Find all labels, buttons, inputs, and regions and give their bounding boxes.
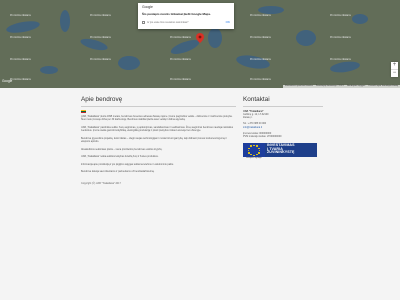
map-watermark: Pro kūrimo tikslams — [10, 58, 31, 61]
about-paragraph: Bendrovė įgyvendina projektą, kurio tiks… — [81, 136, 227, 144]
fisheries-fund-logo: INVESTAVIMAS Į TVARIĄ ŽUVININKYSTĘ — [265, 142, 317, 157]
about-title: Apie bendrovę — [81, 96, 123, 103]
zoom-in-button[interactable]: + — [391, 62, 398, 69]
map-watermark: Pro kūrimo tikslams — [90, 58, 111, 61]
eu-logo: Europos Sąjunga — [243, 142, 265, 160]
eu-caption: Europos Sąjunga — [246, 157, 262, 160]
map-watermark: Pro kūrimo tikslams — [10, 78, 31, 81]
map-watermark: Pro kūrimo tikslams — [330, 14, 351, 17]
dialog-ok-button[interactable]: OK — [226, 20, 230, 24]
map-watermark: Pro kūrimo tikslams — [170, 58, 191, 61]
about-paragraph: UAB „Trakailiarai“ teikia aukštos kokybė… — [81, 155, 159, 158]
about-section: Apie bendrovę UAB „Trakailiarai“ įkurta … — [81, 96, 236, 185]
map-zoom-control: + − — [391, 62, 398, 77]
map-watermark: Pro kūrimo tikslams — [10, 14, 31, 17]
google-logo[interactable]: Google — [2, 79, 12, 83]
about-paragraph: Informacija apie produkciją ir jos įsigi… — [81, 162, 174, 166]
map-watermark: Pro kūrimo tikslams — [90, 14, 111, 17]
about-paragraph: UAB „Trakailiarai“ pasirinkta veikla: žu… — [81, 125, 234, 133]
map-watermark: Pro kūrimo tikslams — [170, 78, 191, 81]
copyright-text: Copyright (©) UAB "Trakailiarai" 2017 — [81, 181, 121, 185]
map-watermark: Pro kūrimo tikslams — [250, 58, 271, 61]
map-watermark: Pro kūrimo tikslams — [250, 14, 271, 17]
invest-line: ŽUVININKYSTĘ — [267, 150, 295, 155]
dialog-message: Šis puslapis nusišs tinkamai įkelti Goog… — [142, 12, 212, 16]
map-watermark: Pro kūrimo tikslams — [90, 36, 111, 39]
eu-funding-banner: Europos Sąjunga INVESTAVIMAS Į TVARIĄ ŽU… — [243, 142, 323, 160]
google-map[interactable]: Pro kūrimo tikslams Pro kūrimo tikslams … — [0, 0, 400, 88]
map-watermark: Pro kūrimo tikslams — [170, 36, 191, 39]
contact-title: Kontaktai — [243, 96, 270, 103]
map-watermark: Pro kūrimo tikslams — [250, 36, 271, 39]
map-marker-icon[interactable] — [196, 33, 204, 43]
map-watermark: Pro kūrimo tikslams — [10, 36, 31, 39]
page-content: Apie bendrovę UAB „Trakailiarai“ įkurta … — [0, 88, 400, 300]
map-error-dialog: Google Šis puslapis nusišs tinkamai įkel… — [138, 3, 234, 29]
dialog-brand: Google — [142, 5, 153, 9]
about-paragraph: UAB „Trakailiarai“ įkurta 1995 metais, b… — [81, 114, 233, 122]
map-watermark: Pro kūrimo tikslams — [330, 58, 351, 61]
about-paragraph: Bendrovė dėkoja savo klientams ir partne… — [81, 170, 155, 173]
map-watermark: Pro kūrimo tikslams — [330, 36, 351, 39]
about-paragraph: Akvakultūros sektoriaus plėtra – viena p… — [81, 147, 163, 151]
about-divider — [81, 106, 236, 107]
dialog-checkbox[interactable] — [142, 20, 145, 24]
lithuania-flag-icon[interactable] — [81, 109, 86, 113]
zoom-out-button[interactable]: − — [391, 70, 398, 77]
map-watermark: Pro kūrimo tikslams — [250, 78, 271, 81]
dialog-dev-text: Ar jūs esate šios svetainės savininkas? — [147, 20, 189, 24]
contact-section: Kontaktai UAB "Trakailiarai" Gulbinų g. … — [243, 96, 323, 159]
eu-flag-icon — [243, 142, 265, 157]
vat-code: PVM mokėtojo kodas: LT000000000 — [243, 135, 282, 139]
contact-divider — [243, 106, 323, 107]
